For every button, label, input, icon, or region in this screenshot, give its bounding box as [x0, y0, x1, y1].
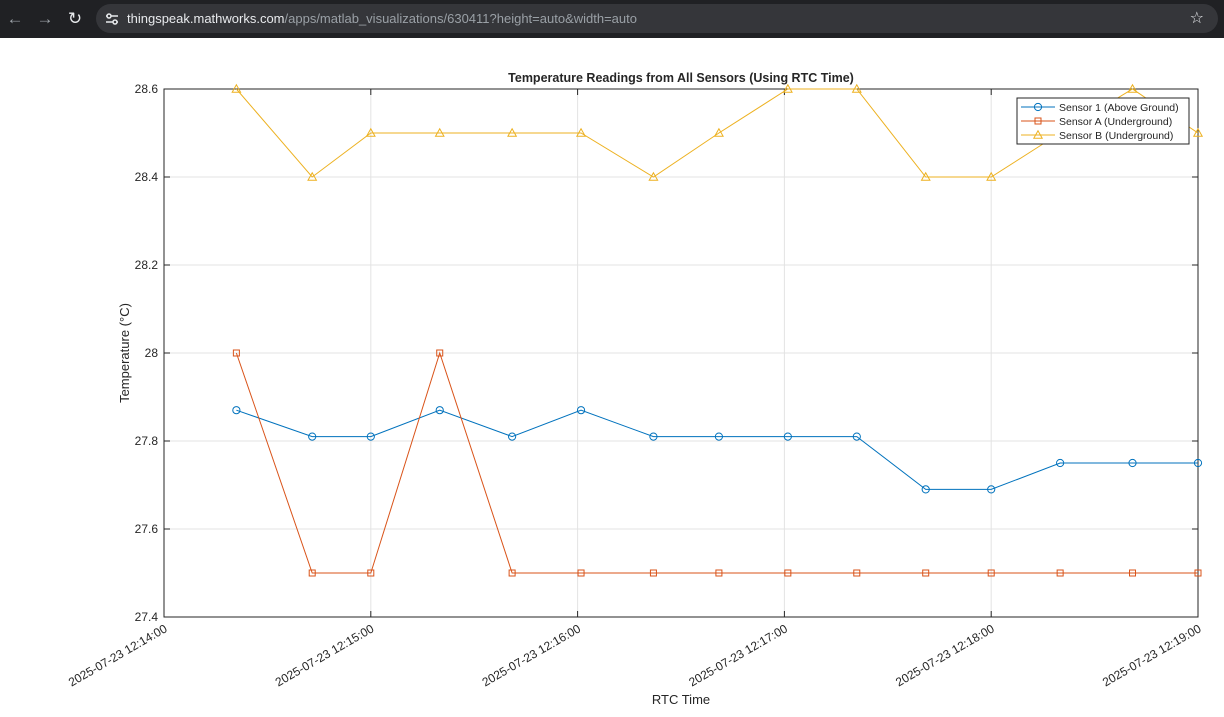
y-axis-label: Temperature (°C)	[117, 303, 132, 403]
legend-label: Sensor B (Underground)	[1059, 130, 1173, 142]
x-tick-label: 2025-07-23 12:18:00	[893, 621, 997, 689]
x-tick-label: 2025-07-23 12:14:00	[66, 621, 170, 689]
legend-label: Sensor 1 (Above Ground)	[1059, 102, 1179, 114]
x-tick-label: 2025-07-23 12:16:00	[480, 621, 584, 689]
url-host: thingspeak.mathworks.com	[127, 11, 285, 26]
reload-icon[interactable]: ↻	[60, 4, 90, 34]
series-line	[235, 351, 1198, 574]
forward-arrow-icon[interactable]: →	[30, 4, 60, 34]
plot-area: 27.4 27.6 27.8 28 28.2 28.4 28.6 2025-07-23 12…	[0, 38, 1224, 712]
browser-toolbar: ← → ↻ thingspeak.mathworks.com/apps/matl…	[0, 0, 1224, 38]
url-path: /apps/matlab_visualizations/630411?heigh…	[284, 11, 637, 26]
x-tick-label: 2025-07-23 12:19:00	[1100, 621, 1204, 689]
y-tick-label: 28	[145, 346, 159, 360]
y-tick-label: 28.4	[135, 170, 159, 184]
temperature-chart: 27.4 27.6 27.8 28 28.2 28.4 28.6 2025-07-23 12…	[66, 71, 1204, 707]
site-info-icon[interactable]	[103, 10, 121, 28]
series-1	[232, 406, 1203, 494]
bookmark-star-icon[interactable]: ☆	[1190, 8, 1204, 28]
series-line	[236, 409, 1198, 490]
y-tick-label: 27.6	[135, 522, 159, 536]
legend: Sensor 1 (Above Ground) Sensor A (Undergr…	[1016, 97, 1190, 145]
y-tick-label: 28.6	[135, 82, 159, 96]
x-tick-label: 2025-07-23 12:15:00	[273, 621, 377, 689]
grid-lines	[163, 88, 1199, 618]
x-axis-label: RTC Time	[652, 692, 710, 707]
series-2	[232, 349, 1202, 577]
y-tick-label: 27.8	[135, 434, 159, 448]
back-arrow-icon[interactable]: ←	[0, 4, 30, 34]
url-text[interactable]: thingspeak.mathworks.com/apps/matlab_vis…	[127, 11, 637, 26]
x-axis-ticks: 2025-07-23 12:14:00 2025-07-23 12:15:00 20…	[66, 89, 1204, 689]
address-bar[interactable]: thingspeak.mathworks.com/apps/matlab_vis…	[96, 4, 1218, 33]
y-tick-label: 28.2	[135, 258, 159, 272]
chart-title: Temperature Readings from All Sensors (U…	[508, 71, 854, 85]
legend-label: Sensor A (Underground)	[1059, 116, 1172, 128]
x-tick-label: 2025-07-23 12:17:00	[686, 621, 790, 689]
data-series	[231, 83, 1204, 577]
y-tick-label: 27.4	[135, 610, 159, 624]
